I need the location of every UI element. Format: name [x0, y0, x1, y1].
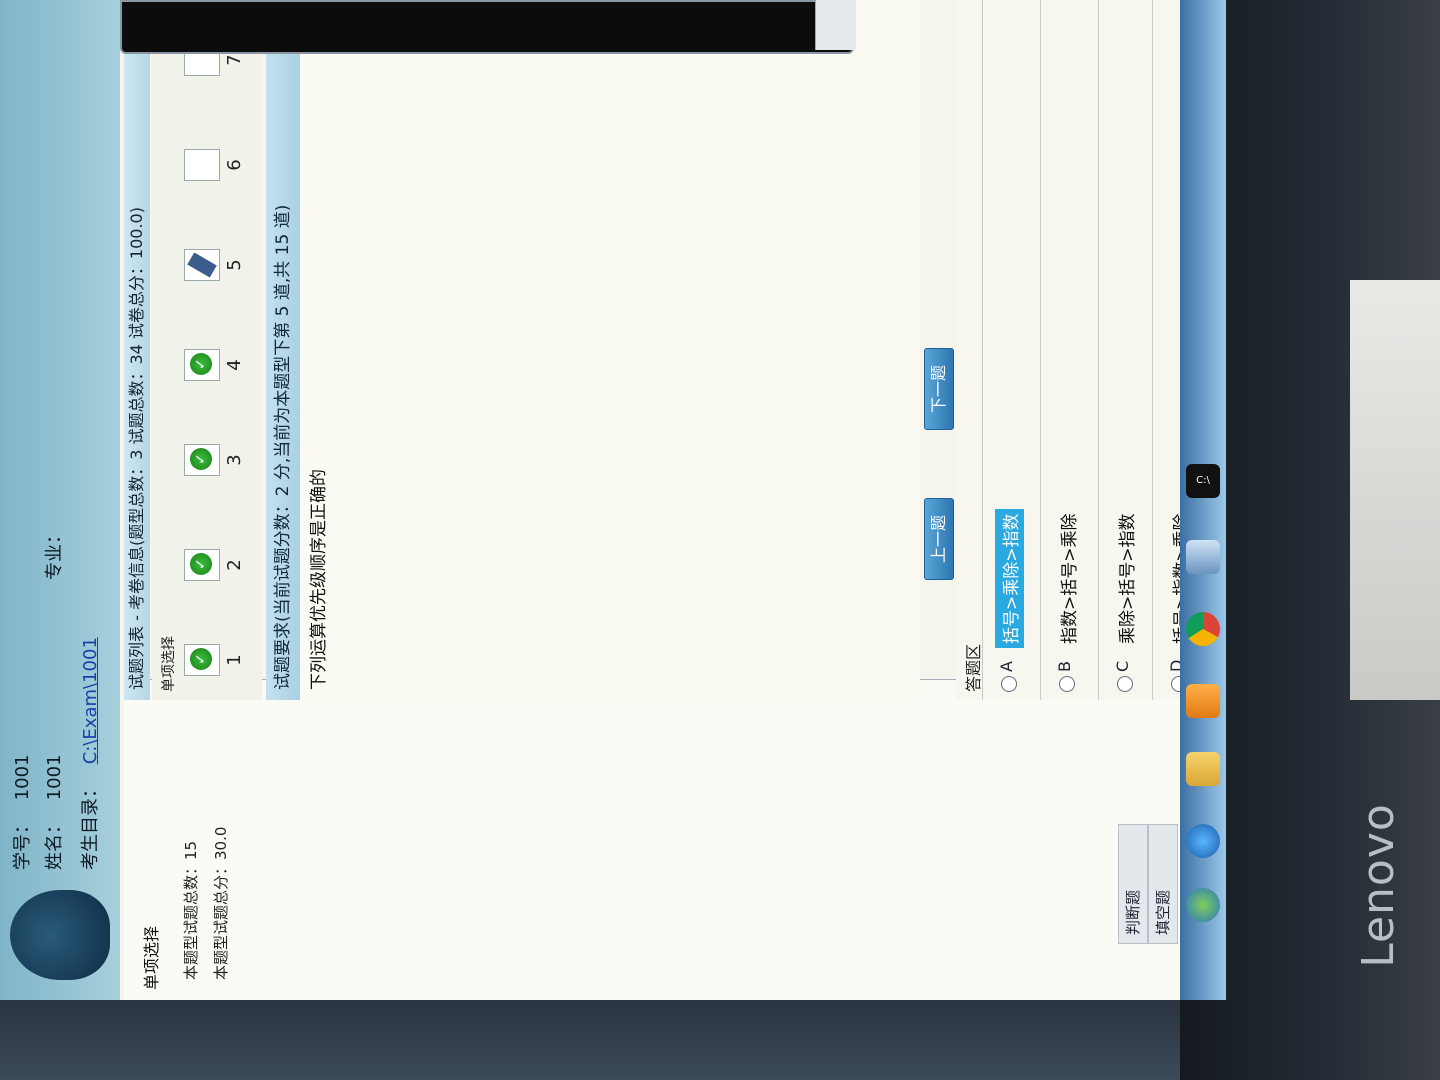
question-number: 6 [224, 159, 245, 171]
question-text: 下列运算优先级顺序是正确的 [309, 469, 329, 690]
chrome-icon[interactable] [1186, 612, 1220, 646]
option-text[interactable]: 括号>指数>乘除 [1165, 510, 1180, 649]
question-number: 2 [224, 559, 245, 571]
question-number: 1 [224, 654, 245, 666]
option-letter: B [1055, 661, 1074, 672]
question-item-6[interactable]: 6 [184, 135, 254, 195]
question-item-5[interactable]: 5 [184, 235, 254, 295]
question-item-3[interactable]: ✓ 3 [184, 430, 254, 490]
current-type-title: 单项选择 [142, 925, 161, 990]
answered-doc-icon: ✓ [184, 349, 220, 381]
answer-area-title: 答题区 [964, 643, 983, 692]
file-explorer-icon[interactable] [1186, 752, 1220, 786]
question-type-panel: 单项选择 本题型试题总数：15 本题型试题总分：30.0 [124, 679, 1180, 1000]
avatar [10, 890, 110, 980]
option-b[interactable]: B 指数>括号>乘除 [1040, 0, 1099, 700]
monitor-brand-logo: Lenovo [1352, 803, 1404, 968]
network-app-icon[interactable] [1186, 540, 1220, 574]
overlay-dialog-side [815, 0, 856, 50]
question-content-area: 下列运算优先级顺序是正确的 I [300, 0, 920, 700]
next-question-button[interactable]: 下一题 [924, 348, 954, 430]
media-player-icon[interactable] [1186, 684, 1220, 718]
radio-icon[interactable] [1171, 676, 1180, 692]
major-row: 专业： [40, 516, 66, 580]
option-letter: D [1167, 660, 1180, 672]
question-item-1[interactable]: ✓ 1 [184, 630, 254, 690]
name-row: 姓名： 1001 [40, 754, 66, 870]
name-value: 1001 [44, 754, 65, 801]
option-letter: C [1113, 660, 1132, 672]
unanswered-doc-icon [184, 149, 220, 181]
answered-doc-icon: ✓ [184, 549, 220, 581]
question-list: 单项选择 ✓ 1 ✓ 2 ✓ 3 ✓ 4 5 6 7 [152, 0, 262, 700]
question-item-2[interactable]: ✓ 2 [184, 535, 254, 595]
option-c[interactable]: C 乘除>括号>指数 [1098, 0, 1157, 700]
type-total-score: 本题型试题总分：30.0 [212, 826, 230, 980]
option-d[interactable]: D 括号>指数>乘除 [1152, 0, 1180, 700]
question-number: 4 [224, 359, 245, 371]
student-header: 学号： 1001 姓名： 1001 专业： 考生目录： C:\Exam\1001 [0, 0, 120, 1000]
question-list-header: 试题列表 - 考卷信息(题型总数：3 试题总数：34 试卷总分：100.0) [124, 0, 150, 700]
radio-icon[interactable] [1117, 676, 1133, 692]
tab-judgement[interactable]: 判断题 [1118, 824, 1148, 944]
major-label: 专业： [44, 526, 65, 580]
question-category-label: 单项选择 [161, 636, 177, 692]
student-id-row: 学号： 1001 [8, 754, 34, 870]
radio-icon[interactable] [1001, 676, 1017, 692]
tab-fill-blank[interactable]: 填空题 [1148, 824, 1178, 944]
start-button-icon[interactable] [1186, 888, 1220, 922]
student-id-label: 学号： [12, 816, 33, 870]
option-a[interactable]: A 括号>乘除>指数 [982, 0, 1041, 700]
exam-dir-label: 考生目录： [80, 780, 101, 870]
answered-doc-icon: ✓ [184, 644, 220, 676]
answer-area: 答题区 A 括号>乘除>指数 B 指数>括号>乘除 C 乘除>括号>指数 D 括… [956, 0, 1180, 700]
exam-window: 学号： 1001 姓名： 1001 专业： 考生目录： C:\Exam\1001… [0, 0, 1180, 1000]
exam-dir-row: 考生目录： C:\Exam\1001 [76, 637, 102, 870]
option-text[interactable]: 乘除>括号>指数 [1111, 510, 1140, 649]
exam-dir-link[interactable]: C:\Exam\1001 [80, 637, 101, 764]
question-item-4[interactable]: ✓ 4 [184, 335, 254, 395]
internet-explorer-icon[interactable] [1186, 824, 1220, 858]
name-label: 姓名： [44, 816, 65, 870]
student-id-value: 1001 [12, 754, 33, 801]
question-number: 3 [224, 454, 245, 466]
option-text[interactable]: 括号>乘除>指数 [995, 509, 1024, 648]
editing-doc-icon [184, 249, 220, 281]
taskbar: C:\ [1180, 0, 1226, 1000]
question-number: 5 [224, 259, 245, 271]
answered-doc-icon: ✓ [184, 444, 220, 476]
option-text[interactable]: 指数>括号>乘除 [1053, 510, 1082, 649]
option-letter: A [997, 661, 1016, 672]
type-question-count: 本题型试题总数：15 [182, 840, 200, 980]
command-prompt-icon[interactable]: C:\ [1186, 464, 1220, 498]
prev-question-button[interactable]: 上一题 [924, 498, 954, 580]
question-requirement-bar: 试题要求(当前试题分数：2 分,当前为本题型下第 5 道,共 15 道) [266, 0, 300, 700]
overlay-dialog [120, 0, 854, 54]
radio-icon[interactable] [1059, 676, 1075, 692]
background-wall [1350, 280, 1440, 700]
